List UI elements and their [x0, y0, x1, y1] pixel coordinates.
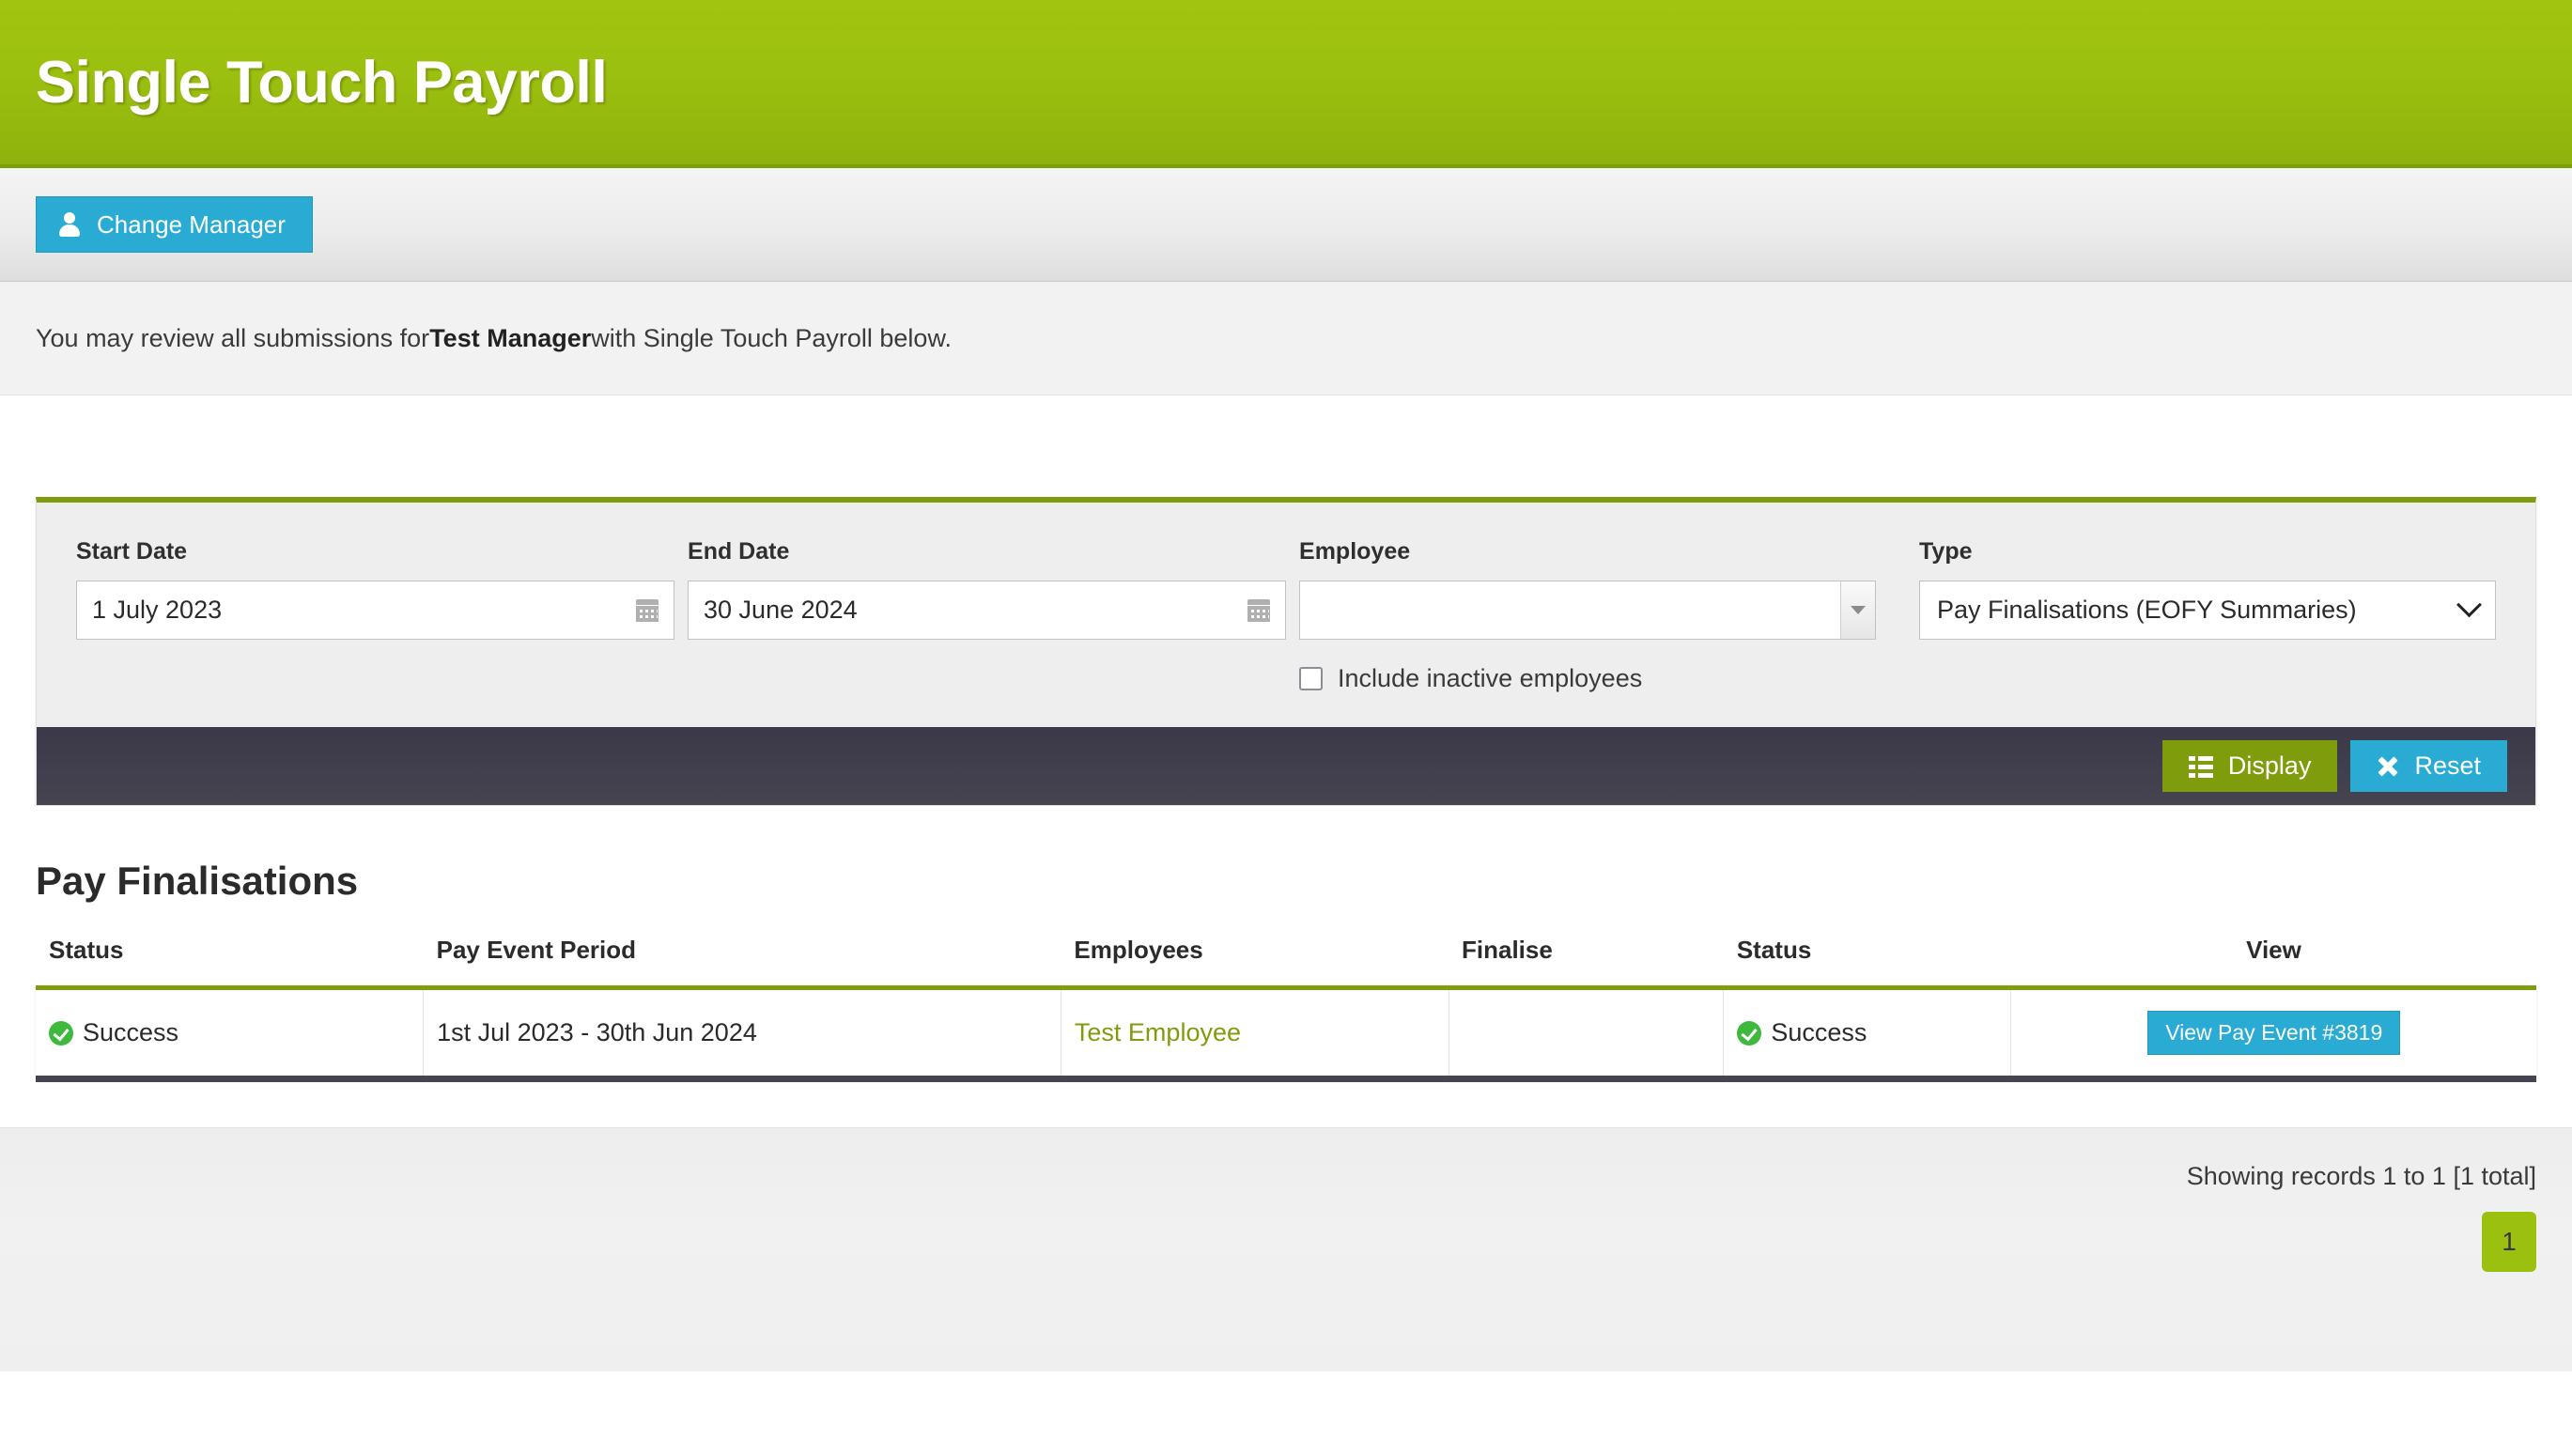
intro-banner: You may review all submissions for Test … — [0, 282, 2572, 395]
intro-manager-name: Test Manager — [429, 323, 592, 352]
toolbar: Change Manager — [0, 168, 2572, 282]
chevron-down-icon — [1851, 606, 1867, 614]
employee-label: Employee — [1299, 538, 1411, 565]
cell-view: View Pay Event #3819 — [2010, 987, 2536, 1082]
records-count-text: Showing records 1 to 1 [1 total] — [2186, 1162, 2536, 1190]
start-date-value: 1 July 2023 — [92, 596, 223, 624]
change-manager-button[interactable]: Change Manager — [36, 196, 313, 253]
filter-section: Start Date 1 July 2023 End Date 30 June … — [0, 395, 2572, 806]
type-field: Type Pay Finalisations (EOFY Summaries) — [1919, 538, 2496, 693]
display-label: Display — [2227, 751, 2312, 780]
filter-panel: Start Date 1 July 2023 End Date 30 June … — [36, 497, 2536, 806]
end-date-field: End Date 30 June 2024 — [688, 538, 1287, 693]
type-select[interactable]: Pay Finalisations (EOFY Summaries) — [1919, 581, 2496, 640]
column-header-status-2: Status — [1723, 936, 2011, 990]
column-header-employees: Employees — [1061, 936, 1449, 990]
employee-combobox[interactable] — [1299, 581, 1877, 640]
results-section: Pay Finalisations Status Pay Event Perio… — [0, 806, 2572, 1082]
start-date-input[interactable]: 1 July 2023 — [76, 581, 675, 640]
column-header-finalise: Finalise — [1449, 936, 1724, 990]
type-label: Type — [1919, 538, 1973, 565]
cell-employees: Test Employee — [1061, 987, 1449, 1082]
success-check-icon — [49, 1020, 73, 1046]
change-manager-label: Change Manager — [97, 210, 286, 239]
intro-text-after: with Single Touch Payroll below. — [591, 323, 952, 352]
reset-label: Reset — [2414, 751, 2481, 780]
intro-text-before: You may review all submissions for — [36, 323, 430, 352]
type-selected-value: Pay Finalisations (EOFY Summaries) — [1937, 596, 2357, 624]
chevron-down-icon — [2456, 592, 2482, 618]
employee-input[interactable] — [1300, 581, 1841, 639]
pay-finalisations-table: Status Pay Event Period Employees Finali… — [36, 936, 2536, 1082]
pagination: 1 — [2482, 1212, 2536, 1272]
start-date-label: Start Date — [76, 538, 188, 565]
include-inactive-row: Include inactive employees — [1299, 664, 1876, 693]
calendar-icon[interactable] — [1247, 598, 1271, 622]
column-header-view: View — [2010, 936, 2536, 990]
end-date-value: 30 June 2024 — [704, 596, 858, 624]
status-text: Success — [83, 1018, 179, 1046]
pagination-page-1[interactable]: 1 — [2482, 1212, 2536, 1272]
status-2-text: Success — [1771, 1018, 1867, 1046]
include-inactive-label: Include inactive employees — [1338, 664, 1643, 692]
employee-link[interactable]: Test Employee — [1075, 1018, 1241, 1046]
end-date-input[interactable]: 30 June 2024 — [688, 581, 1287, 640]
cell-pay-event-period: 1st Jul 2023 - 30th Jun 2024 — [423, 987, 1061, 1082]
employee-dropdown-button[interactable] — [1840, 581, 1876, 639]
success-check-icon — [1737, 1020, 1762, 1046]
column-header-pay-event-period: Pay Event Period — [423, 936, 1061, 990]
table-header-row: Status Pay Event Period Employees Finali… — [36, 936, 2536, 990]
cell-finalise — [1449, 987, 1725, 1082]
page-header: Single Touch Payroll — [0, 0, 2572, 168]
view-pay-event-button[interactable]: View Pay Event #3819 — [2147, 1011, 2401, 1055]
filter-fields-row: Start Date 1 July 2023 End Date 30 June … — [37, 503, 2535, 727]
display-button[interactable]: Display — [2161, 740, 2338, 792]
list-icon — [2188, 755, 2213, 778]
page-title: Single Touch Payroll — [36, 49, 608, 116]
cell-status: Success — [36, 987, 425, 1082]
cell-status-2: Success — [1723, 987, 2012, 1082]
calendar-icon[interactable] — [636, 598, 659, 622]
column-header-status: Status — [36, 936, 424, 990]
user-icon — [59, 212, 80, 237]
reset-button[interactable]: Reset — [2350, 740, 2507, 792]
results-title: Pay Finalisations — [36, 859, 359, 903]
start-date-field: Start Date 1 July 2023 — [76, 538, 675, 693]
table-footer: Showing records 1 to 1 [1 total] 1 — [0, 1127, 2572, 1371]
employee-field: Employee Include inactive employees — [1299, 538, 1877, 693]
filter-actions-bar: Display Reset — [37, 727, 2535, 805]
table-row: Success 1st Jul 2023 - 30th Jun 2024 Tes… — [36, 987, 2536, 1082]
include-inactive-checkbox[interactable] — [1299, 667, 1324, 690]
end-date-label: End Date — [688, 538, 790, 565]
close-icon — [2377, 755, 2399, 778]
